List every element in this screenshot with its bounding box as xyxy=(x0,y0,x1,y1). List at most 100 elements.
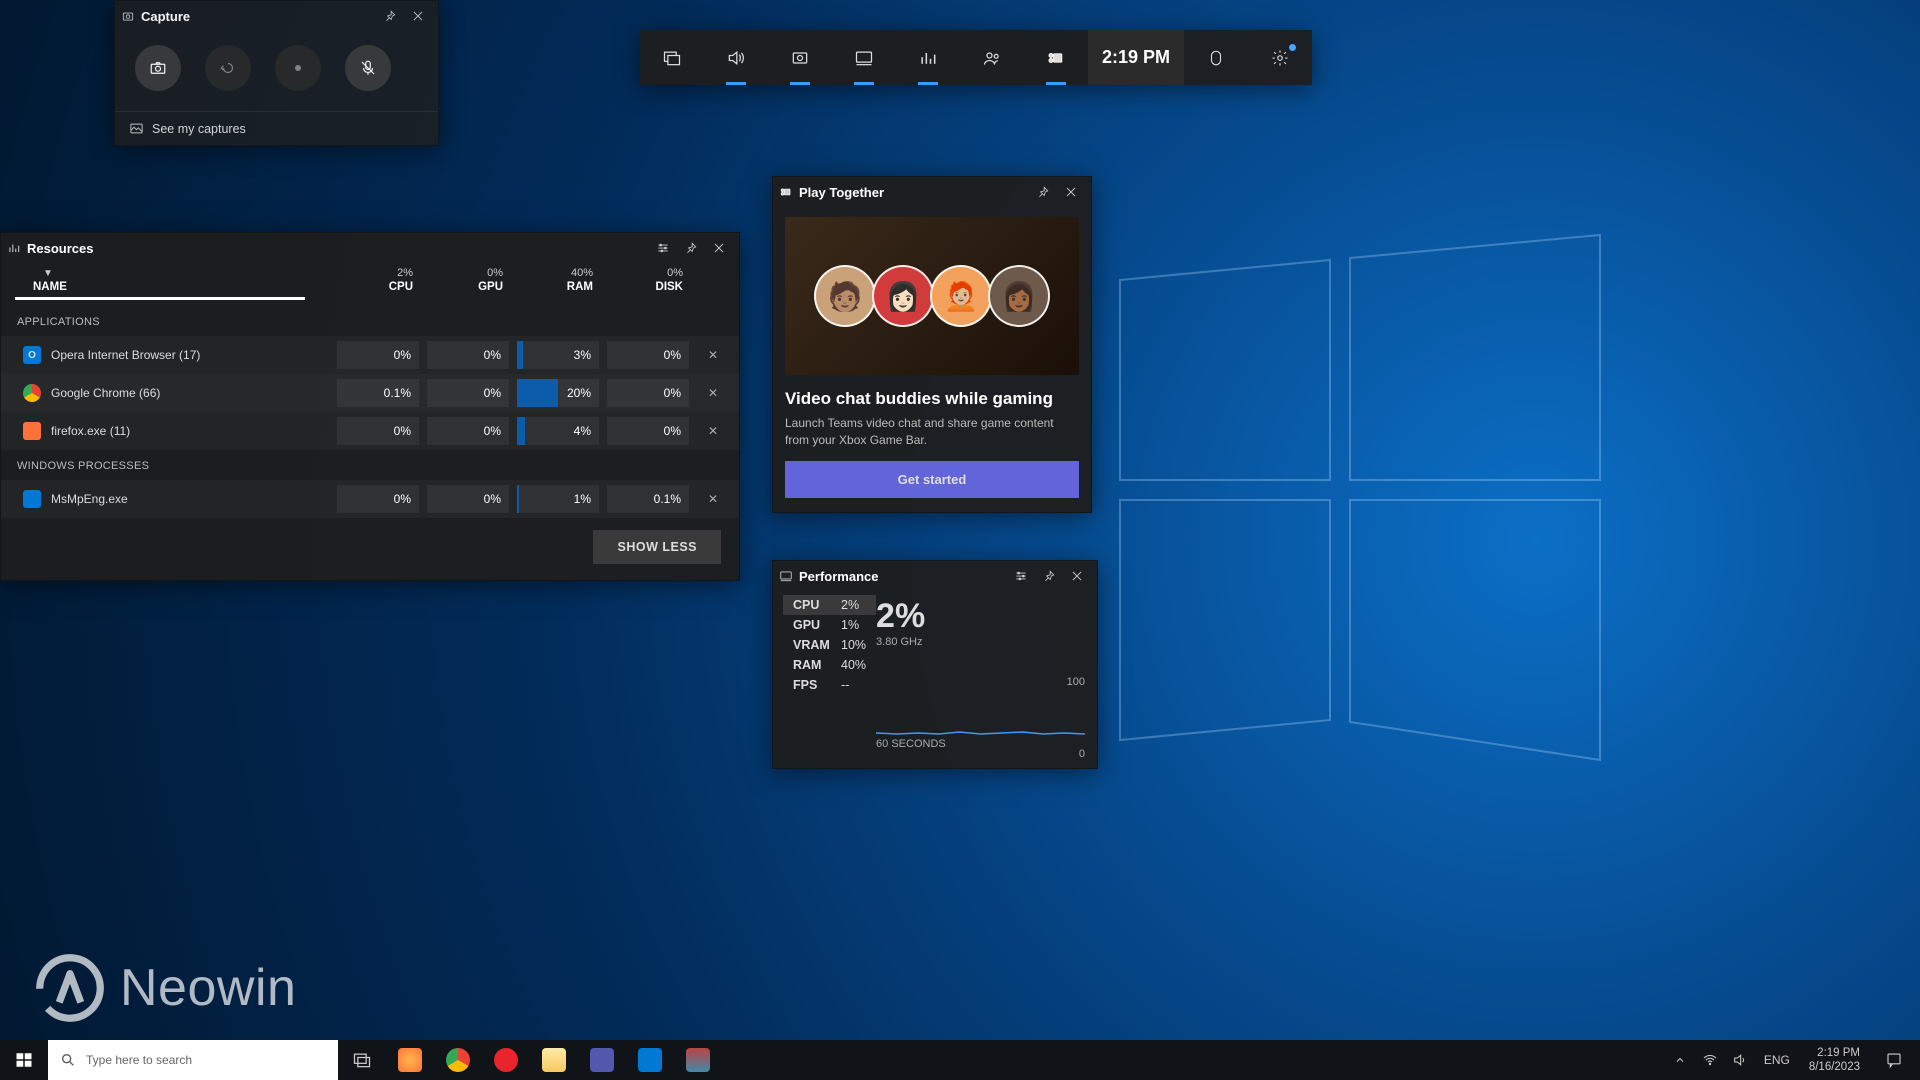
folder-icon xyxy=(542,1048,566,1072)
taskbar: Type here to search ENG 2:19 PM 8/16/202… xyxy=(0,1040,1920,1080)
taskbar-app-opera[interactable] xyxy=(482,1040,530,1080)
stat-fps[interactable]: FPS-- xyxy=(783,675,876,695)
taskbar-search[interactable]: Type here to search xyxy=(48,1040,338,1080)
process-row[interactable]: Google Chrome (66) 0.1% 0% 20% 0% ✕ xyxy=(1,374,739,412)
tray-volume[interactable] xyxy=(1727,1040,1753,1080)
taskbar-app-chrome[interactable] xyxy=(434,1040,482,1080)
widget-menu-button[interactable] xyxy=(640,30,704,85)
taskbar-app-firefox[interactable] xyxy=(386,1040,434,1080)
taskbar-app-store[interactable] xyxy=(626,1040,674,1080)
stat-vram[interactable]: VRAM10% xyxy=(783,635,876,655)
process-name: Opera Internet Browser (17) xyxy=(51,348,200,362)
end-process-button[interactable]: ✕ xyxy=(693,348,733,362)
applications-section-label: APPLICATIONS xyxy=(1,306,739,336)
gallery-icon xyxy=(129,121,144,136)
column-header-name[interactable]: NAME xyxy=(19,281,333,293)
speaker-icon xyxy=(1732,1052,1748,1068)
play-together-heading: Video chat buddies while gaming xyxy=(785,389,1079,409)
capture-widget-title: Capture xyxy=(121,9,376,24)
screenshot-button[interactable] xyxy=(135,45,181,91)
column-header-ram[interactable]: 40%RAM xyxy=(513,263,603,297)
task-view-button[interactable] xyxy=(338,1040,386,1080)
play-together-widget-title: Play Together xyxy=(779,185,1029,200)
column-header-disk[interactable]: 0%DISK xyxy=(603,263,693,297)
close-button[interactable] xyxy=(1057,178,1085,206)
close-icon xyxy=(1064,185,1078,199)
firefox-icon xyxy=(23,422,41,440)
camera-icon xyxy=(121,9,135,23)
process-name: firefox.exe (11) xyxy=(51,424,130,438)
account-button[interactable] xyxy=(1184,30,1248,85)
avatar: 🧑🏼‍🦰 xyxy=(930,265,992,327)
taskbar-clock[interactable]: 2:19 PM 8/16/2023 xyxy=(1801,1046,1868,1075)
taskbar-app-teams[interactable] xyxy=(578,1040,626,1080)
toolbar-clock: 2:19 PM xyxy=(1088,30,1184,85)
tray-chevron[interactable] xyxy=(1667,1040,1693,1080)
search-icon xyxy=(60,1052,76,1068)
firefox-icon xyxy=(398,1048,422,1072)
play-together-description: Launch Teams video chat and share game c… xyxy=(785,415,1079,449)
opera-icon xyxy=(494,1048,518,1072)
end-process-button[interactable]: ✕ xyxy=(693,386,733,400)
performance-widget: Performance CPU2% GPU1% VRAM10% RAM40% F… xyxy=(772,560,1098,769)
record-last-icon xyxy=(219,59,237,77)
get-started-button[interactable]: Get started xyxy=(785,461,1079,498)
close-button[interactable] xyxy=(705,234,733,262)
resources-options-button[interactable] xyxy=(649,234,677,262)
column-header-gpu[interactable]: 0%GPU xyxy=(423,263,513,297)
wifi-icon xyxy=(1702,1052,1718,1068)
tray-language[interactable]: ENG xyxy=(1757,1040,1797,1080)
bar-chart-icon xyxy=(7,241,21,255)
resources-widget: Resources ▼ NAME 2%CPU 0%GPU 40%RAM 0%DI… xyxy=(0,232,740,581)
close-button[interactable] xyxy=(404,2,432,30)
see-my-captures-link[interactable]: See my captures xyxy=(115,111,438,145)
camera-icon xyxy=(149,59,167,77)
audio-button[interactable] xyxy=(704,30,768,85)
stat-cpu[interactable]: CPU2% xyxy=(783,595,876,615)
start-button[interactable] xyxy=(0,1040,48,1080)
performance-options-button[interactable] xyxy=(1007,562,1035,590)
process-row[interactable]: MsMpEng.exe 0% 0% 1% 0.1% ✕ xyxy=(1,480,739,518)
search-placeholder: Type here to search xyxy=(86,1053,192,1067)
capture-button[interactable] xyxy=(768,30,832,85)
record-icon xyxy=(292,62,304,74)
neowin-logo-icon xyxy=(34,952,106,1024)
process-name: MsMpEng.exe xyxy=(51,492,128,506)
notification-icon xyxy=(1885,1051,1903,1069)
close-button[interactable] xyxy=(1063,562,1091,590)
pin-button[interactable] xyxy=(1035,562,1063,590)
pin-button[interactable] xyxy=(376,2,404,30)
chrome-icon xyxy=(446,1048,470,1072)
taskbar-app-generic[interactable] xyxy=(674,1040,722,1080)
action-center-button[interactable] xyxy=(1872,1051,1916,1069)
windows-processes-section-label: WINDOWS PROCESSES xyxy=(1,450,739,480)
taskbar-app-explorer[interactable] xyxy=(530,1040,578,1080)
monitor-icon xyxy=(779,569,793,583)
process-row[interactable]: OOpera Internet Browser (17) 0% 0% 3% 0%… xyxy=(1,336,739,374)
process-row[interactable]: firefox.exe (11) 0% 0% 4% 0% ✕ xyxy=(1,412,739,450)
mic-toggle-button[interactable] xyxy=(345,45,391,91)
performance-button[interactable] xyxy=(832,30,896,85)
neowin-watermark: Neowin xyxy=(34,952,296,1024)
pin-button[interactable] xyxy=(677,234,705,262)
xbox-social-button[interactable] xyxy=(960,30,1024,85)
show-less-button[interactable]: SHOW LESS xyxy=(593,530,721,564)
stat-ram[interactable]: RAM40% xyxy=(783,655,876,675)
play-together-hero-image: 🧑🏽 👩🏻 🧑🏼‍🦰 👩🏾 xyxy=(785,217,1079,375)
settings-button[interactable] xyxy=(1248,30,1312,85)
pin-button[interactable] xyxy=(1029,178,1057,206)
record-button[interactable] xyxy=(275,45,321,91)
stat-gpu[interactable]: GPU1% xyxy=(783,615,876,635)
opera-icon: O xyxy=(23,346,41,364)
record-last-button[interactable] xyxy=(205,45,251,91)
play-together-widget: Play Together 🧑🏽 👩🏻 🧑🏼‍🦰 👩🏾 Video chat b… xyxy=(772,176,1092,513)
resources-button[interactable] xyxy=(896,30,960,85)
tray-network[interactable] xyxy=(1697,1040,1723,1080)
end-process-button[interactable]: ✕ xyxy=(693,492,733,506)
play-together-button[interactable] xyxy=(1024,30,1088,85)
windows-icon xyxy=(15,1051,33,1069)
chevron-up-icon xyxy=(1674,1054,1686,1066)
pin-icon xyxy=(1036,185,1050,199)
end-process-button[interactable]: ✕ xyxy=(693,424,733,438)
column-header-cpu[interactable]: 2%CPU xyxy=(333,263,423,297)
